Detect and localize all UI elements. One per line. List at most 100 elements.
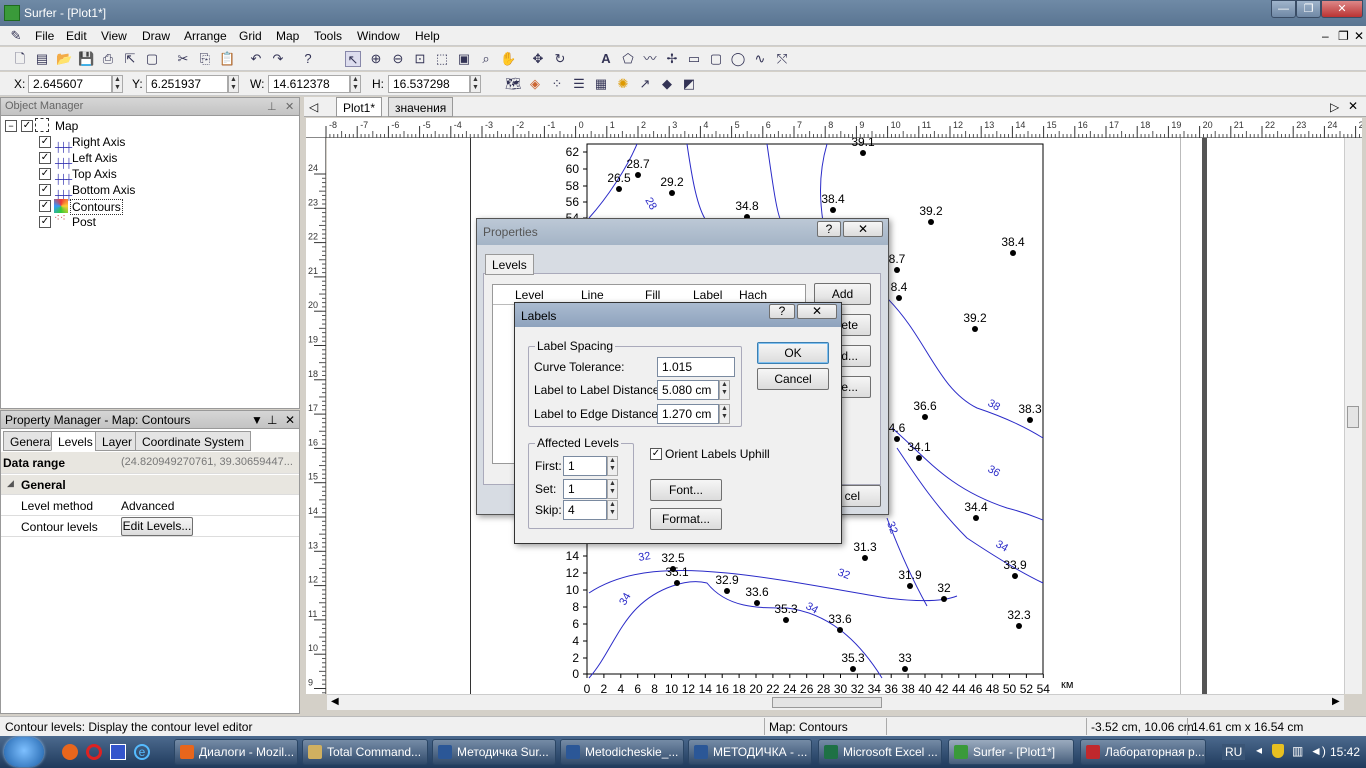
new-worksheet-icon[interactable]: ▤: [34, 51, 50, 67]
select-icon[interactable]: ↖: [345, 51, 361, 67]
language-indicator[interactable]: RU: [1222, 744, 1246, 760]
checkbox-icon[interactable]: ✓: [39, 200, 51, 212]
tree-item-left-axis[interactable]: ✓ ┼┼┼ Left Axis: [39, 150, 159, 168]
format-button[interactable]: Format...: [650, 508, 722, 530]
h-field[interactable]: 16.537298: [388, 75, 470, 93]
start-button[interactable]: [4, 737, 44, 767]
menu-tools[interactable]: Tools: [314, 29, 342, 43]
dropdown-icon[interactable]: ▼: [251, 413, 263, 427]
print-icon[interactable]: ⎙: [100, 51, 116, 67]
task-surfer[interactable]: Surfer - [Plot1*]: [948, 739, 1074, 765]
label-distance-spinner[interactable]: ▲ ▼: [719, 380, 730, 400]
page-setup-icon[interactable]: ▢: [144, 51, 160, 67]
skip-input[interactable]: 4: [563, 500, 607, 520]
zoom-in-icon[interactable]: ⊕: [368, 51, 384, 67]
set-input[interactable]: 1: [563, 479, 607, 499]
mdi-close-button[interactable]: ✕: [1354, 29, 1364, 43]
contour-map-icon[interactable]: ◈: [527, 76, 543, 92]
labels-help-button[interactable]: ?: [769, 304, 795, 319]
checkbox-icon[interactable]: ✓: [39, 168, 51, 180]
tree-item-map[interactable]: − ✓ Map: [5, 118, 125, 134]
col-label[interactable]: Label: [693, 288, 722, 302]
checkbox-icon[interactable]: ✓: [39, 152, 51, 164]
vertical-scrollbar[interactable]: [1344, 138, 1362, 694]
edit-levels-button[interactable]: Edit Levels...: [121, 517, 193, 536]
close-button[interactable]: ✕: [1321, 0, 1363, 18]
opera-icon[interactable]: [86, 744, 102, 760]
level-method-value[interactable]: Advanced: [121, 499, 174, 513]
polygon-icon[interactable]: ⬠: [620, 51, 636, 67]
label-distance-input[interactable]: 5.080 cm: [657, 380, 719, 400]
task-total-commander[interactable]: Total Command...: [302, 739, 428, 765]
tree-item-top-axis[interactable]: ✓ ┼┼┼ Top Axis: [39, 166, 159, 184]
scroll-thumb[interactable]: [1347, 406, 1359, 428]
ok-button[interactable]: OK: [757, 342, 829, 364]
tab-layer[interactable]: Layer: [95, 431, 140, 451]
menu-map[interactable]: Map: [276, 29, 299, 43]
general-section[interactable]: ◢ General: [1, 475, 299, 495]
expand-icon[interactable]: −: [5, 120, 17, 132]
rotate-icon[interactable]: ↻: [552, 51, 568, 67]
zoom-actual-icon[interactable]: ⌕: [478, 51, 494, 67]
ellipse-icon[interactable]: ◯: [730, 51, 746, 67]
tab-plot1[interactable]: Plot1*: [336, 97, 383, 117]
save-icon[interactable]: 💾: [78, 51, 94, 67]
clock[interactable]: 15:42: [1330, 745, 1360, 759]
font-button[interactable]: Font...: [650, 479, 722, 501]
checkbox-icon[interactable]: ✓: [21, 120, 33, 132]
shield-icon[interactable]: [1272, 744, 1284, 758]
move-icon[interactable]: ✥: [530, 51, 546, 67]
tree-item-contours[interactable]: ✓ Contours: [39, 198, 159, 215]
first-input[interactable]: 1: [563, 456, 607, 476]
menu-grid[interactable]: Grid: [239, 29, 262, 43]
task-firefox[interactable]: Диалоги - Mozil...: [174, 739, 298, 765]
menu-help[interactable]: Help: [415, 29, 440, 43]
y-field[interactable]: 6.251937: [146, 75, 228, 93]
tree-item-bottom-axis[interactable]: ✓ ┼┼┼ Bottom Axis: [39, 182, 159, 200]
pin-icon[interactable]: ⊥: [267, 413, 277, 427]
open-icon[interactable]: 📂: [56, 51, 72, 67]
network-icon[interactable]: ▥: [1292, 744, 1303, 758]
menu-draw[interactable]: Draw: [142, 29, 170, 43]
scroll-right-icon[interactable]: ▶: [1332, 696, 1340, 707]
horizontal-scrollbar[interactable]: ◀ ▶: [327, 694, 1344, 710]
zoom-page-icon[interactable]: ▣: [456, 51, 472, 67]
menu-file[interactable]: File: [35, 29, 54, 43]
edge-distance-spinner[interactable]: ▲ ▼: [719, 404, 730, 424]
copy-icon[interactable]: ⎘: [197, 51, 213, 67]
tab-levels[interactable]: Levels: [51, 431, 100, 451]
menu-edit[interactable]: Edit: [66, 29, 87, 43]
orient-uphill-checkbox[interactable]: ✓: [650, 448, 662, 460]
spline-icon[interactable]: ∿: [752, 51, 768, 67]
image-map-icon[interactable]: ▦: [593, 76, 609, 92]
task-pdf[interactable]: Лабораторная р...: [1080, 739, 1206, 765]
panel-close-icon[interactable]: ✕: [285, 100, 294, 113]
rectangle-icon[interactable]: ▭: [686, 51, 702, 67]
minimize-button[interactable]: —: [1271, 0, 1296, 18]
properties-tab-levels[interactable]: Levels: [485, 254, 534, 275]
maximize-button[interactable]: ❐: [1296, 0, 1321, 18]
new-icon[interactable]: 🗋: [12, 51, 28, 67]
menu-arrange[interactable]: Arrange: [184, 29, 227, 43]
col-line[interactable]: Line: [581, 288, 604, 302]
collapse-icon[interactable]: ◢: [7, 478, 14, 489]
redo-icon[interactable]: ↷: [270, 51, 286, 67]
checkbox-icon[interactable]: ✓: [39, 184, 51, 196]
tray-arrow-icon[interactable]: ◂: [1256, 743, 1262, 757]
edge-distance-input[interactable]: 1.270 cm: [657, 404, 719, 424]
h-spinner[interactable]: ▲ ▼: [470, 75, 481, 93]
surface-icon[interactable]: ◩: [681, 76, 697, 92]
checkbox-icon[interactable]: ✓: [39, 216, 51, 228]
volume-icon[interactable]: ◄): [1310, 744, 1326, 758]
tab-znacheniya[interactable]: значения: [388, 97, 454, 117]
tab-coordinate-system[interactable]: Coordinate System: [135, 431, 252, 451]
col-hach[interactable]: Hach: [739, 288, 767, 302]
symbol-icon[interactable]: ✢: [664, 51, 680, 67]
zoom-rect-icon[interactable]: ⊡: [412, 51, 428, 67]
vector-map-icon[interactable]: ↗: [637, 76, 653, 92]
task-excel[interactable]: Microsoft Excel ...: [818, 739, 942, 765]
ie-icon[interactable]: e: [134, 744, 150, 760]
hscroll-thumb[interactable]: [772, 697, 882, 708]
rounded-rect-icon[interactable]: ▢: [708, 51, 724, 67]
undo-icon[interactable]: ↶: [248, 51, 264, 67]
